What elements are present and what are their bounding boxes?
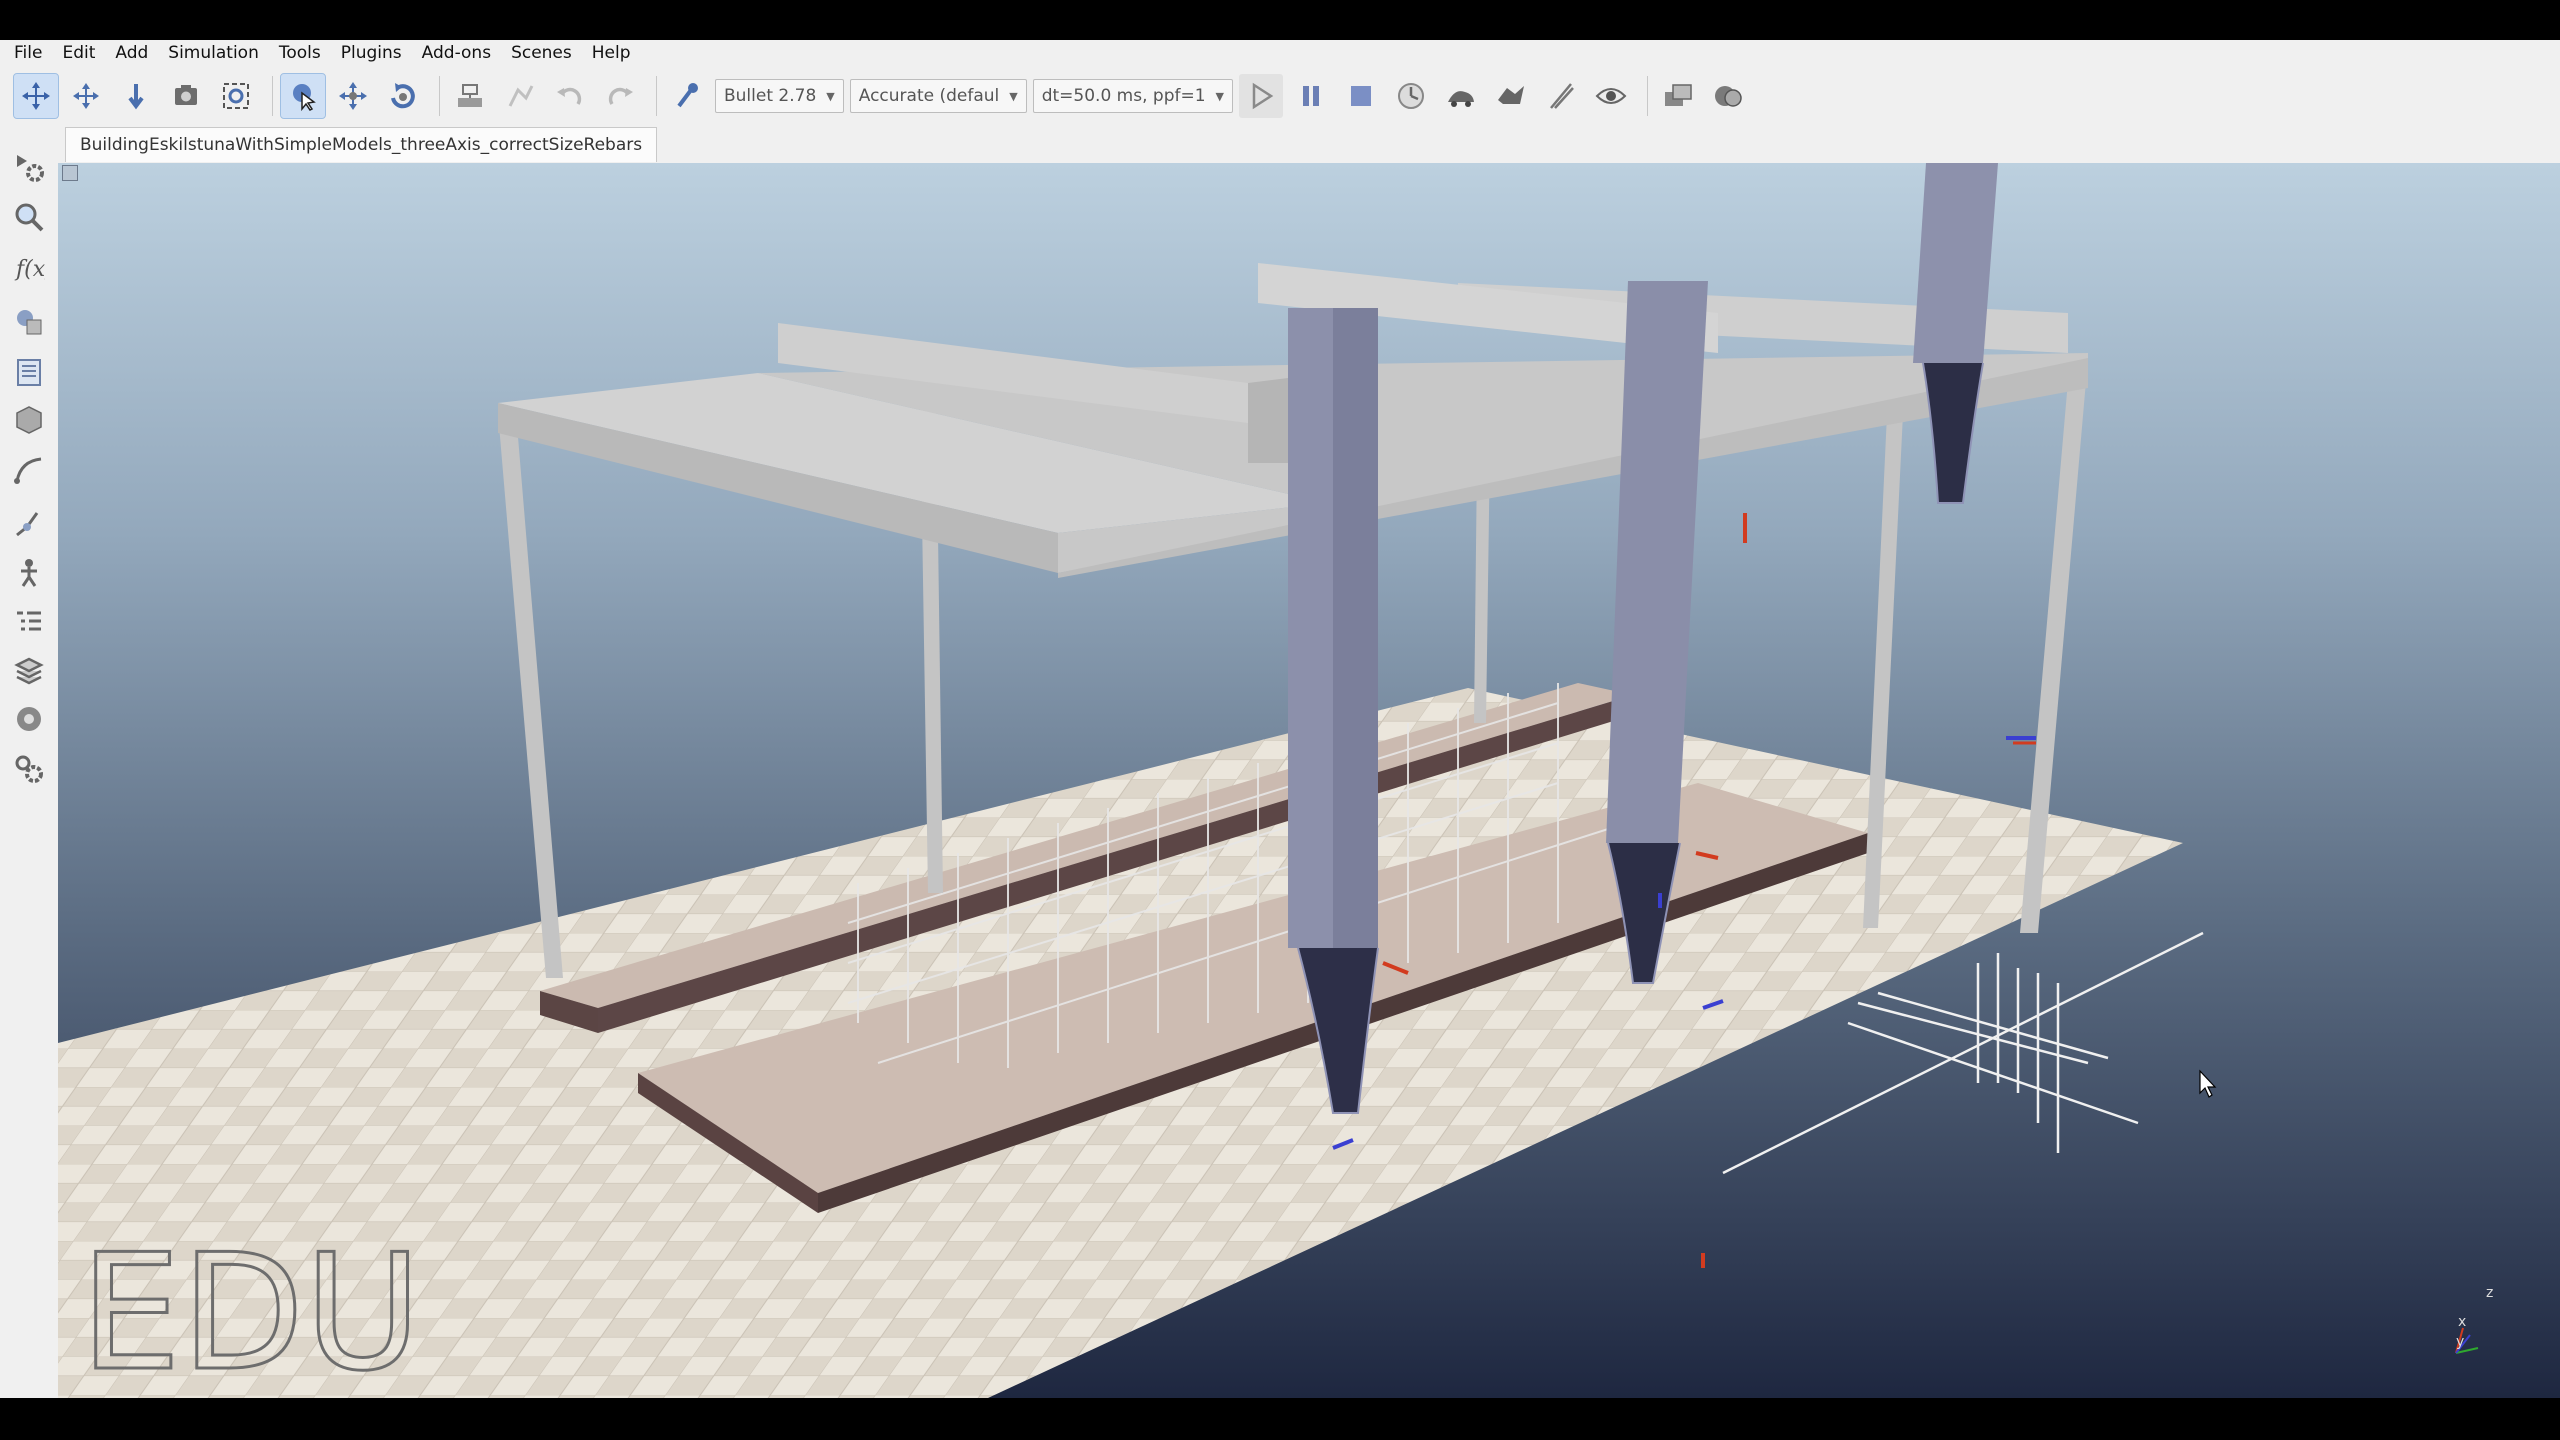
move-camera-icon[interactable] [13, 73, 59, 119]
calculation-modules-icon[interactable] [7, 300, 51, 344]
scene-render: z x y EDU [58, 163, 2493, 1398]
letterbox-top [0, 0, 2560, 40]
menu-add[interactable]: Add [105, 40, 158, 67]
collections-icon[interactable] [7, 350, 51, 394]
rotate-camera-icon[interactable] [164, 74, 208, 118]
accuracy-select[interactable]: Accurate (defaul ▼ [849, 79, 1027, 113]
shapes-icon[interactable] [7, 397, 51, 441]
geometric-icon[interactable] [7, 601, 51, 645]
edu-watermark: EDU [80, 1219, 421, 1398]
chevron-down-icon: ▼ [1215, 89, 1224, 103]
letterbox-bottom [0, 1398, 2560, 1440]
axis-z-label: z [2486, 1285, 2493, 1301]
page-selector-icon[interactable] [1656, 74, 1700, 118]
timestep-select[interactable]: dt=50.0 ms, ppf=1 ▼ [1032, 79, 1233, 113]
paths-icon[interactable] [7, 447, 51, 491]
ik-icon[interactable] [7, 501, 51, 545]
simulation-settings-icon[interactable] [7, 145, 51, 189]
scene-viewport[interactable]: z x y EDU [58, 163, 2560, 1398]
faster-icon[interactable] [1489, 74, 1533, 118]
translate-object-icon[interactable] [331, 74, 375, 118]
mouse-cursor-icon [2199, 1069, 2217, 1098]
menu-plugins[interactable]: Plugins [331, 40, 412, 67]
toolbar-separator [656, 76, 657, 116]
stop-simulation-icon[interactable] [1339, 74, 1383, 118]
toggle-visualization-icon[interactable] [1589, 74, 1633, 118]
environment-icon[interactable] [7, 697, 51, 741]
chevron-down-icon: ▼ [826, 89, 835, 103]
menu-help[interactable]: Help [582, 40, 641, 67]
settings-icon[interactable] [7, 747, 51, 791]
fit-view-icon[interactable] [214, 74, 258, 118]
realtime-icon[interactable] [1389, 74, 1433, 118]
model-browser-icon[interactable] [7, 195, 51, 239]
transfer-dna-icon[interactable] [498, 74, 542, 118]
accuracy-value: Accurate (defaul [858, 86, 1000, 106]
svg-text:f(x): f(x) [14, 257, 45, 282]
select-icon[interactable] [280, 73, 326, 119]
toolbar-separator [439, 76, 440, 116]
physics-engine-select[interactable]: Bullet 2.78 ▼ [715, 79, 844, 113]
scene-tab[interactable]: BuildingEskilstunaWithSimpleModels_three… [65, 127, 658, 162]
scene-selector-icon[interactable] [1706, 74, 1750, 118]
scene-tab-bar: BuildingEskilstunaWithSimpleModels_three… [58, 125, 2560, 163]
start-simulation-icon[interactable] [1239, 74, 1283, 118]
redo-icon[interactable] [598, 74, 642, 118]
menu-bar: File Edit Add Simulation Tools Plugins A… [0, 40, 2560, 67]
menu-edit[interactable]: Edit [52, 40, 105, 67]
layers-icon[interactable] [7, 649, 51, 693]
menu-scenes[interactable]: Scenes [501, 40, 582, 67]
main-toolbar: Bullet 2.78 ▼ Accurate (defaul ▼ dt=50.0… [0, 67, 2560, 126]
slower-icon[interactable] [1439, 74, 1483, 118]
view-menu-button[interactable] [62, 165, 78, 181]
pause-simulation-icon[interactable] [1289, 74, 1333, 118]
rotate-object-icon[interactable] [381, 74, 425, 118]
dynamics-icon[interactable] [7, 551, 51, 595]
threaded-rendering-icon[interactable] [1539, 74, 1583, 118]
chevron-down-icon: ▼ [1009, 89, 1018, 103]
menu-file[interactable]: File [0, 40, 52, 67]
menu-tools[interactable]: Tools [269, 40, 331, 67]
pan-camera-icon[interactable] [64, 74, 108, 118]
assemble-icon[interactable] [448, 74, 492, 118]
axis-gizmo: z x y [2455, 1285, 2493, 1354]
scene-hierarchy-icon[interactable]: f(x) [7, 245, 51, 289]
axis-x-label: x [2458, 1314, 2466, 1330]
undo-icon[interactable] [548, 74, 592, 118]
axis-y-label: y [2456, 1334, 2464, 1350]
left-toolbar: f(x) [0, 125, 59, 1398]
menu-add-ons[interactable]: Add-ons [412, 40, 501, 67]
physics-engine-icon[interactable] [665, 74, 709, 118]
gantry-column-3 [1913, 163, 1998, 504]
toolbar-separator [1647, 76, 1648, 116]
timestep-value: dt=50.0 ms, ppf=1 [1041, 86, 1206, 106]
toolbar-separator [272, 76, 273, 116]
zoom-camera-icon[interactable] [114, 74, 158, 118]
physics-engine-value: Bullet 2.78 [724, 86, 817, 106]
menu-simulation[interactable]: Simulation [158, 40, 269, 67]
